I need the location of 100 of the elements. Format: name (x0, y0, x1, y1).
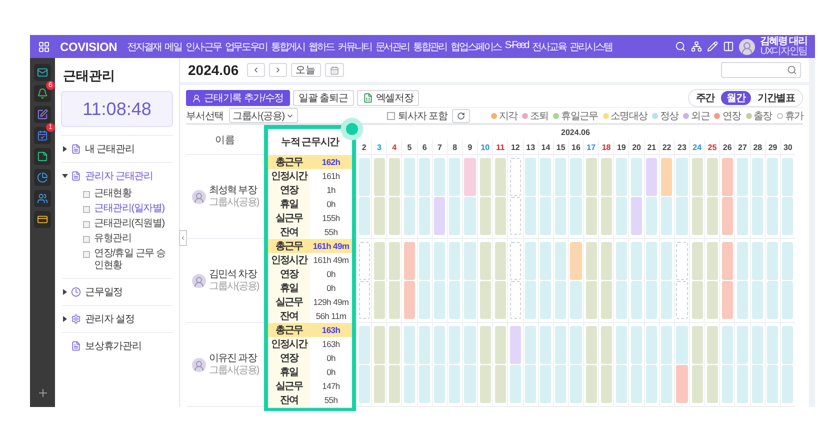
card-icon (37, 214, 48, 225)
avatar (192, 190, 206, 204)
pencil-icon[interactable] (707, 41, 718, 52)
person-group: 그룹사(공용) (209, 364, 259, 376)
day-header: 20 (628, 140, 644, 155)
app-tile[interactable] (34, 190, 51, 207)
summary-title: 누적 근무시간 (280, 136, 340, 150)
legend-item: 출장 (746, 108, 772, 122)
day-header: 10 (477, 140, 492, 155)
search-icon[interactable] (675, 41, 686, 52)
avatar (192, 274, 206, 288)
legend-item: 조퇴 (522, 108, 548, 122)
refresh-button[interactable] (452, 108, 470, 122)
person-name: 김민석 차장 (209, 269, 258, 280)
tree-item[interactable]: 관리자 설정 (63, 312, 173, 326)
menu-item[interactable]: 문서관리 (375, 40, 409, 54)
search-field[interactable] (721, 62, 801, 78)
spreadsheet-icon (362, 93, 373, 103)
panel-icon[interactable] (723, 41, 734, 52)
menu-item[interactable]: 전자결재 (127, 40, 161, 54)
tree-subitem[interactable]: 근태현황 (83, 188, 173, 200)
app-tile[interactable] (34, 148, 51, 165)
refresh-icon (457, 112, 466, 120)
summary-value: 162h (310, 155, 352, 170)
summary-label: 연장 (268, 351, 310, 366)
menu-item[interactable]: 메일 (164, 40, 182, 54)
toolbar-button[interactable]: 근태기록 추가/수정 (186, 90, 290, 106)
day-header: 27 (734, 140, 750, 155)
tree-subitem[interactable]: 근태관리(직원별) (83, 218, 173, 230)
menu-item[interactable]: 커뮤니티 (338, 40, 372, 54)
menu-item[interactable]: 통합게시 (270, 40, 304, 54)
today-button[interactable]: 오늘 (290, 63, 321, 77)
resigned-checkbox[interactable]: 퇴사자 포함 (387, 108, 448, 122)
day-header: 26 (719, 140, 734, 155)
org-chart-icon[interactable] (691, 41, 702, 52)
day-header: 24 (689, 140, 704, 155)
person-group: 그룹사(공용) (209, 280, 259, 292)
menu-item[interactable]: 업무도우미 (224, 40, 267, 54)
menu-item[interactable]: 통합관리 (412, 40, 446, 54)
calendar-check-icon (37, 130, 48, 141)
day-header: 14 (538, 140, 553, 155)
calendar-icon (330, 66, 339, 74)
calendar-button[interactable] (324, 63, 344, 77)
day-header: 25 (704, 140, 720, 155)
tree-subitem[interactable]: 유형관리 (83, 233, 173, 245)
document-icon (71, 341, 81, 351)
summary-label: 휴일 (268, 281, 310, 296)
menu-item[interactable]: 전사교육 (532, 40, 566, 54)
logo[interactable]: COVISION (60, 40, 118, 54)
day-header: 5 (401, 140, 417, 155)
avatar[interactable] (739, 38, 756, 54)
view-tab[interactable]: 월간 (720, 91, 752, 105)
app-tile[interactable] (34, 169, 51, 186)
summary-label: 잔여 (268, 225, 310, 240)
toolbar-button[interactable]: 일괄 출퇴근 (292, 90, 354, 106)
legend-item: 휴가 (776, 108, 803, 122)
app-tile[interactable] (34, 64, 51, 81)
day-header: 16 (568, 140, 584, 155)
tree-item[interactable]: 관리자 근태관리 (63, 169, 173, 183)
tree-item[interactable]: 근무일정 (63, 285, 173, 299)
day-header: 7 (432, 140, 447, 155)
department-select[interactable]: 그룹사(공용) (228, 108, 298, 123)
menu-item[interactable]: S-Feed (504, 40, 528, 54)
app-grid-icon[interactable] (38, 40, 50, 52)
toolbar-button[interactable]: 엑셀저장 (356, 90, 420, 106)
menu-item[interactable]: 협업스페이스 (450, 40, 501, 54)
day-header: 8 (446, 140, 462, 155)
legend-item: 휴일근무 (553, 108, 598, 122)
chevron-left-icon (180, 234, 186, 242)
collapse-button[interactable] (179, 230, 187, 246)
filter-label: 부서선택 (186, 110, 224, 122)
app-tile[interactable] (34, 106, 51, 123)
day-header: 28 (750, 140, 765, 155)
summary-label: 연장 (268, 183, 310, 198)
summary-label: 실근무 (268, 295, 310, 310)
summary-label: 연장 (268, 267, 310, 282)
summary-label: 휴일 (268, 365, 310, 380)
tree-item[interactable]: 내 근태관리 (63, 142, 173, 156)
summary-label: 총근무 (268, 155, 310, 170)
tree-item[interactable]: 보상휴가관리 (63, 339, 173, 353)
caret-icon (62, 174, 68, 178)
tree-subitem[interactable]: 근태관리(일자별) (83, 203, 173, 215)
view-tab[interactable]: 주간 (690, 91, 721, 105)
note-icon (37, 151, 48, 162)
user-icon (192, 94, 201, 102)
menu-item[interactable]: 인사·근무 (186, 40, 221, 54)
day-header: 3 (371, 140, 386, 155)
tree-subitem[interactable]: 연장/휴일 근무 승인현황 (83, 248, 173, 272)
day-header: 12 (507, 140, 523, 155)
summary-label: 실근무 (268, 379, 310, 394)
add-icon[interactable] (36, 387, 48, 399)
summary-value: 161h 49m (310, 239, 352, 254)
summary-label: 총근무 (268, 239, 310, 254)
view-tab[interactable]: 기간별표 (751, 91, 801, 105)
search-icon (787, 65, 797, 75)
pie-chart-icon (37, 172, 48, 183)
menu-item[interactable]: 관리시스템 (570, 40, 612, 54)
menu-item[interactable]: 웹하드 (308, 40, 334, 54)
day-header: 23 (674, 140, 690, 155)
app-tile[interactable] (34, 211, 51, 228)
